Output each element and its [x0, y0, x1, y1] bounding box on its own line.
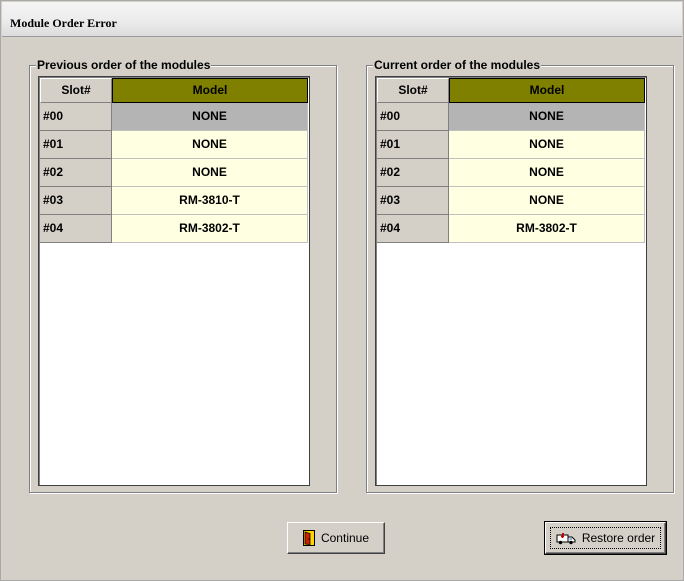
slot-cell: #01 — [377, 131, 449, 159]
model-cell[interactable]: NONE — [449, 131, 645, 159]
table-row[interactable]: #02 NONE — [377, 159, 645, 187]
model-cell[interactable]: RM-3802-T — [112, 215, 308, 243]
table-row[interactable]: #01 NONE — [377, 131, 645, 159]
model-cell[interactable]: NONE — [112, 159, 308, 187]
slot-column-header[interactable]: Slot# — [40, 78, 112, 103]
table-row[interactable]: #04 RM-3802-T — [377, 215, 645, 243]
model-column-header[interactable]: Model — [449, 78, 645, 103]
slot-cell: #03 — [40, 187, 112, 215]
model-column-header[interactable]: Model — [112, 78, 308, 103]
model-cell[interactable]: NONE — [449, 159, 645, 187]
continue-button[interactable]: Continue — [287, 522, 385, 554]
table-row[interactable]: #02 NONE — [40, 159, 308, 187]
previous-order-label: Previous order of the modules — [36, 58, 212, 72]
previous-order-group: Previous order of the modules Slot# Mode… — [29, 58, 337, 493]
restore-order-label: Restore order — [581, 531, 656, 545]
continue-label: Continue — [320, 531, 370, 545]
table-row[interactable]: #03 NONE — [377, 187, 645, 215]
model-cell[interactable]: RM-3802-T — [449, 215, 645, 243]
model-cell[interactable]: NONE — [449, 103, 645, 131]
slot-column-header[interactable]: Slot# — [377, 78, 449, 103]
model-cell[interactable]: NONE — [112, 131, 308, 159]
table-row[interactable]: #00 NONE — [377, 103, 645, 131]
door-exit-icon — [302, 530, 315, 546]
slot-cell: #00 — [377, 103, 449, 131]
table-row[interactable]: #04 RM-3802-T — [40, 215, 308, 243]
slot-cell: #04 — [40, 215, 112, 243]
current-order-group: Current order of the modules Slot# Model… — [366, 58, 674, 493]
current-order-label: Current order of the modules — [373, 58, 542, 72]
window-title: Module Order Error — [10, 16, 117, 30]
previous-order-list[interactable]: Slot# Model #00 NONE #01 NONE #02 NONE #… — [38, 76, 310, 486]
table-row[interactable]: #01 NONE — [40, 131, 308, 159]
table-row[interactable]: #03 RM-3810-T — [40, 187, 308, 215]
ambulance-icon — [556, 531, 576, 545]
slot-cell: #03 — [377, 187, 449, 215]
slot-cell: #02 — [377, 159, 449, 187]
module-order-error-dialog: Module Order Error Previous order of the… — [0, 0, 684, 581]
model-cell[interactable]: NONE — [449, 187, 645, 215]
model-cell[interactable]: NONE — [112, 103, 308, 131]
restore-order-button[interactable]: Restore order — [544, 521, 667, 555]
slot-cell: #04 — [377, 215, 449, 243]
model-cell[interactable]: RM-3810-T — [112, 187, 308, 215]
table-row[interactable]: #00 NONE — [40, 103, 308, 131]
slot-cell: #00 — [40, 103, 112, 131]
slot-cell: #01 — [40, 131, 112, 159]
title-bar: Module Order Error — [2, 2, 682, 37]
current-order-list[interactable]: Slot# Model #00 NONE #01 NONE #02 NONE #… — [375, 76, 647, 486]
slot-cell: #02 — [40, 159, 112, 187]
